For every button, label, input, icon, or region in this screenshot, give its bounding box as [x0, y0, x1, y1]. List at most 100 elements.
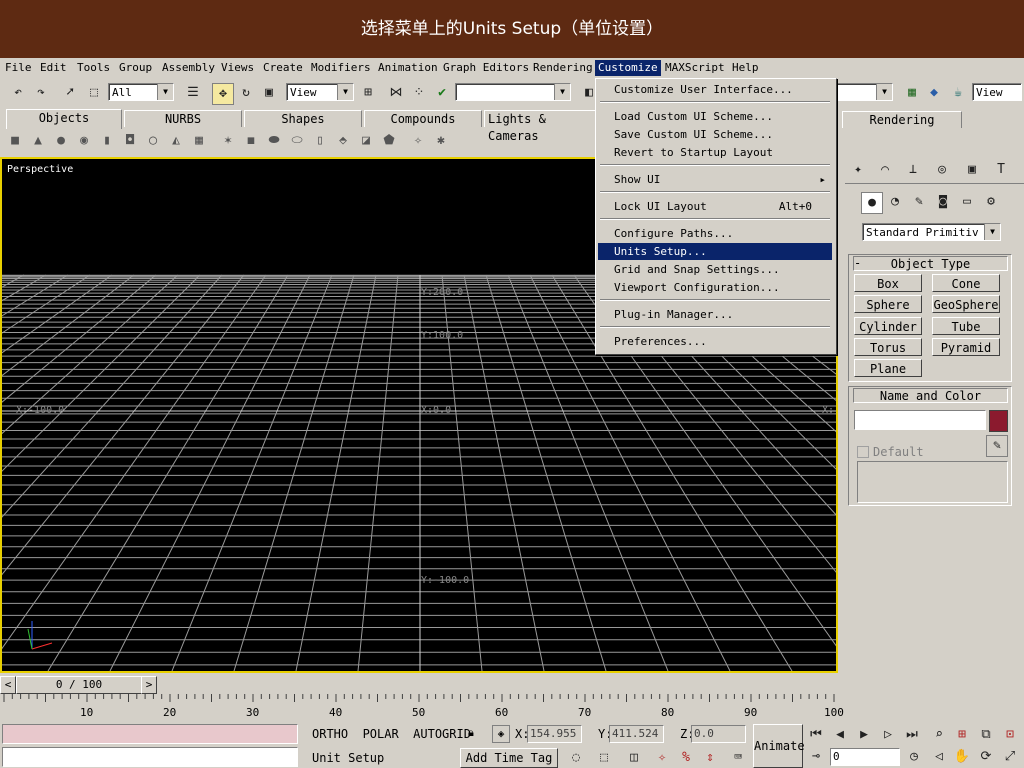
torusknot-icon[interactable]: ✱ [432, 132, 450, 150]
snap-modes-label[interactable]: ORTHO POLAR AUTOGRID [312, 727, 471, 741]
menu-item-customize-ui[interactable]: Customize User Interface... [598, 81, 832, 98]
teapot-render-icon[interactable]: ☕ [948, 83, 968, 103]
zoom-extents-all-icon[interactable]: ⊡ [1000, 725, 1020, 745]
x-coord-field[interactable]: 154.955 [527, 725, 582, 743]
redo-icon[interactable]: ↷ [31, 83, 51, 103]
tab-objects[interactable]: Objects [6, 109, 122, 129]
menu-customize[interactable]: Customize [595, 60, 661, 76]
percent-snap-icon[interactable]: % [676, 748, 696, 768]
cameras-icon[interactable]: ◙ [933, 192, 953, 212]
spindle-icon[interactable]: ⬘ [334, 132, 352, 150]
menu-group[interactable]: Group [116, 60, 155, 76]
tab-shapes[interactable]: Shapes [244, 110, 362, 127]
menu-modifiers[interactable]: Modifiers [308, 60, 374, 76]
menu-item-preferences[interactable]: Preferences... [598, 333, 832, 350]
menu-item-load-ui-scheme[interactable]: Load Custom UI Scheme... [598, 108, 832, 125]
menu-item-configure-paths[interactable]: Configure Paths... [598, 225, 832, 242]
geometry-icon[interactable]: ● [861, 192, 883, 214]
y-coord-field[interactable]: 411.524 [609, 725, 664, 743]
geosphere-icon[interactable]: ◉ [75, 132, 93, 150]
tab-compounds[interactable]: Compounds [364, 110, 482, 127]
add-time-tag-button[interactable]: Add Time Tag [460, 748, 558, 768]
play-icon[interactable]: ▶ [854, 725, 874, 745]
chamferbox-icon[interactable]: ◼ [242, 132, 260, 150]
absolute-mode-icon[interactable]: ◈ [492, 725, 510, 743]
menu-assembly[interactable]: Assembly [159, 60, 218, 76]
tab-nurbs[interactable]: NURBS [124, 110, 242, 127]
align-icon[interactable]: ✔ [432, 83, 452, 103]
snap-toggle-icon[interactable]: ◫ [624, 748, 644, 768]
array-icon[interactable]: ⁘ [409, 83, 429, 103]
scale-icon[interactable]: ▣ [259, 83, 279, 103]
next-frame-button-icon[interactable]: ▷ [878, 725, 898, 745]
eyedropper-icon[interactable]: ✎ [986, 435, 1008, 457]
l-ext-icon[interactable]: ◪ [357, 132, 375, 150]
menu-create[interactable]: Create [260, 60, 306, 76]
field-of-view-icon[interactable]: ◁ [929, 747, 949, 767]
window-crossing-icon[interactable]: ⬚ [594, 748, 614, 768]
display-panel-icon[interactable]: ▣ [962, 160, 982, 180]
default-checkbox[interactable] [857, 446, 869, 458]
menu-item-plugin-manager[interactable]: Plug-in Manager... [598, 306, 832, 323]
key-mode-icon[interactable]: ⊸ [806, 747, 826, 767]
next-frame-icon[interactable]: > [141, 676, 157, 694]
menu-views[interactable]: Views [218, 60, 257, 76]
mirror-icon[interactable]: ⋈ [386, 83, 406, 103]
plane-icon[interactable]: ▦ [190, 132, 208, 150]
menu-item-lock-ui-layout[interactable]: Lock UI Layout Alt+0 [598, 198, 832, 215]
tab-lights-cameras[interactable]: Lights & Cameras [484, 110, 596, 143]
pivot-icon[interactable]: ⊞ [358, 83, 378, 103]
quick-render-icon[interactable]: ◆ [924, 83, 944, 103]
undo-icon[interactable]: ↶ [8, 83, 28, 103]
arc-rotate-icon[interactable]: ⟳ [976, 747, 996, 767]
geometry-category-dropdown[interactable]: Standard Primitiv ▼ [862, 223, 1001, 241]
pyramid-button[interactable]: Pyramid [932, 338, 1000, 356]
maxscript-listener-field[interactable] [2, 724, 298, 744]
menu-item-revert-layout[interactable]: Revert to Startup Layout [598, 144, 832, 161]
select-by-name-icon[interactable]: ☰ [183, 83, 203, 103]
modify-panel-icon[interactable]: ⌒ [875, 160, 895, 180]
selection-lock-icon[interactable]: ◌ [566, 748, 586, 768]
chamfercyl-icon[interactable]: ⬬ [265, 132, 283, 150]
object-name-input[interactable] [854, 410, 986, 430]
named-selection-dropdown[interactable]: ▼ [455, 83, 571, 101]
go-to-start-icon[interactable]: ⏮ [806, 725, 826, 745]
lock-icon[interactable]: 🔒︎ [468, 726, 474, 740]
menu-item-show-ui[interactable]: Show UI ▸ [598, 171, 832, 188]
shapes-icon[interactable]: ◔ [885, 192, 905, 212]
tube-button[interactable]: Tube [932, 317, 1000, 335]
sphere-icon[interactable]: ● [52, 132, 70, 150]
tab-rendering[interactable]: Rendering [842, 111, 962, 128]
region-select-icon[interactable]: ⬚ [84, 83, 104, 103]
sphere-button[interactable]: Sphere [854, 295, 922, 313]
capsule-icon[interactable]: ▯ [311, 132, 329, 150]
time-config-icon[interactable]: ◷ [904, 747, 924, 767]
menu-item-grid-snap-settings[interactable]: Grid and Snap Settings... [598, 261, 832, 278]
menu-rendering[interactable]: Rendering [530, 60, 596, 76]
animate-button[interactable]: Animate [753, 724, 805, 768]
tube-icon[interactable]: ◘ [121, 132, 139, 150]
helpers-icon[interactable]: ▭ [957, 192, 977, 212]
systems-icon[interactable]: ⚙ [981, 192, 1001, 212]
zoom-extents-icon[interactable]: ⧉ [976, 725, 996, 745]
rotate-icon[interactable]: ↻ [236, 83, 256, 103]
plane-button[interactable]: Plane [854, 359, 922, 377]
track-bar[interactable]: 10 20 30 40 50 60 70 80 90 100 [0, 694, 845, 720]
menu-item-viewport-config[interactable]: Viewport Configuration... [598, 279, 832, 296]
maximize-viewport-icon[interactable]: ⤢ [1000, 747, 1020, 767]
reference-coord-dropdown[interactable]: View ▼ [286, 83, 354, 101]
zoom-all-icon[interactable]: ⊞ [952, 725, 972, 745]
oiltank-icon[interactable]: ⬭ [288, 132, 306, 150]
toolbar-hidden-dropdown[interactable]: ▼ [835, 83, 893, 101]
name-color-rollout-title[interactable]: Name and Color [853, 388, 1008, 403]
menu-edit[interactable]: Edit [37, 60, 70, 76]
pyramid-icon[interactable]: ◭ [167, 132, 185, 150]
angle-snap-icon[interactable]: ✧ [652, 748, 672, 768]
torus-icon[interactable]: ◯ [144, 132, 162, 150]
lights-icon[interactable]: ✎ [909, 192, 929, 212]
move-icon[interactable]: ✥ [212, 83, 234, 105]
spinner-snap-icon[interactable]: ⇕ [700, 748, 720, 768]
cone-icon[interactable]: ▲ [29, 132, 47, 150]
hedra-icon[interactable]: ✶ [219, 132, 237, 150]
create-panel-icon[interactable]: ✦ [848, 160, 868, 180]
